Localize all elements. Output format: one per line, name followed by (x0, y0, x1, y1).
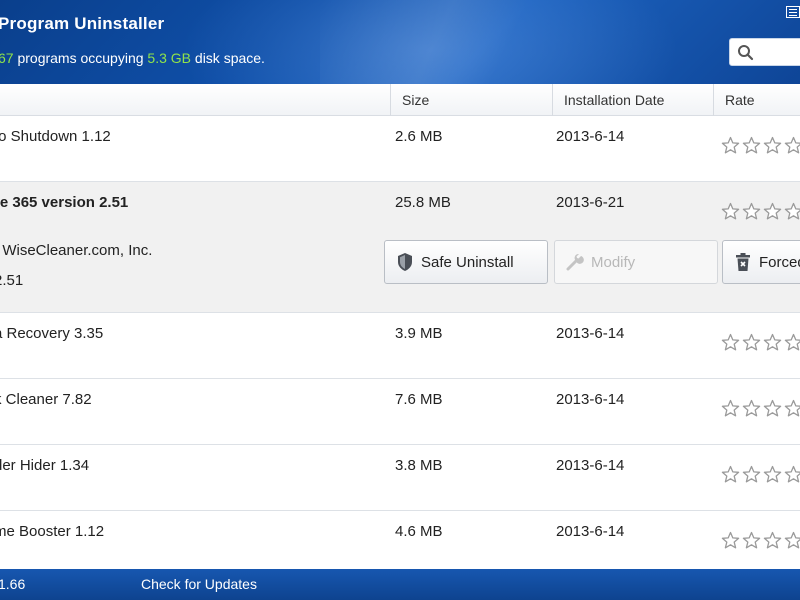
program-size: 7.6 MB (395, 391, 443, 408)
star-icon[interactable] (721, 136, 740, 155)
table-row[interactable]: der Hider 1.34 3.8 MB 2013-6-14 (0, 445, 800, 511)
table-row[interactable]: a Recovery 3.35 3.9 MB 2013-6-14 (0, 313, 800, 379)
summary-end-text: disk space. (191, 50, 265, 66)
program-name: me Booster 1.12 (0, 523, 105, 540)
rating-stars[interactable] (721, 465, 800, 484)
shield-icon (398, 253, 412, 271)
program-list: to Shutdown 1.12 2.6 MB 2013-6-14 re 365… (0, 116, 800, 569)
modify-button[interactable]: Modify (554, 240, 718, 284)
install-date: 2013-6-14 (556, 391, 625, 408)
program-count: 67 (0, 50, 14, 66)
program-name: a Recovery 3.35 (0, 325, 104, 342)
trash-icon (736, 253, 750, 271)
star-icon[interactable] (721, 465, 740, 484)
program-size: 2.6 MB (395, 128, 443, 145)
app-header: Program Uninstaller 67 programs occupyin… (0, 0, 800, 84)
install-date: 2013-6-21 (556, 194, 625, 211)
star-icon[interactable] (763, 136, 782, 155)
rating-stars[interactable] (721, 333, 800, 352)
star-icon[interactable] (763, 465, 782, 484)
star-icon[interactable] (742, 136, 761, 155)
version-text: 1.66 (0, 576, 26, 592)
disk-size: 5.3 GB (147, 50, 192, 66)
version-label: 2.51 (0, 272, 24, 289)
safe-uninstall-button[interactable]: Safe Uninstall (384, 240, 548, 284)
program-size: 3.9 MB (395, 325, 443, 342)
rating-stars[interactable] (721, 136, 800, 155)
table-row-selected[interactable]: re 365 version 2.51 25.8 MB 2013-6-21 : … (0, 182, 800, 313)
summary-text: programs occupying (13, 50, 148, 66)
star-icon[interactable] (784, 399, 800, 418)
program-size: 3.8 MB (395, 457, 443, 474)
disk-summary: 67 programs occupying 5.3 GB disk space. (0, 50, 265, 66)
menu-icon[interactable] (786, 6, 800, 18)
app-title: Program Uninstaller (0, 14, 165, 33)
install-date: 2013-6-14 (556, 523, 625, 540)
forced-label: Forced (759, 253, 800, 271)
forced-uninstall-button[interactable]: Forced (722, 240, 800, 284)
star-icon[interactable] (721, 399, 740, 418)
safe-uninstall-label: Safe Uninstall (421, 253, 514, 271)
star-icon[interactable] (721, 202, 740, 221)
star-icon[interactable] (742, 333, 761, 352)
program-size: 4.6 MB (395, 523, 443, 540)
table-row[interactable]: k Cleaner 7.82 7.6 MB 2013-6-14 (0, 379, 800, 445)
star-icon[interactable] (721, 333, 740, 352)
install-date: 2013-6-14 (556, 325, 625, 342)
star-icon[interactable] (742, 399, 761, 418)
program-size: 25.8 MB (395, 194, 451, 211)
search-input[interactable] (758, 42, 800, 62)
wrench-icon (566, 253, 584, 271)
program-name: k Cleaner 7.82 (0, 391, 92, 408)
star-icon[interactable] (742, 465, 761, 484)
check-updates-link[interactable]: Check for Updates (141, 576, 257, 592)
column-header-date[interactable]: Installation Date (552, 84, 713, 116)
modify-label: Modify (591, 253, 636, 271)
search-icon[interactable] (737, 44, 754, 61)
star-icon[interactable] (763, 399, 782, 418)
search-box[interactable] (729, 38, 800, 66)
rating-stars[interactable] (721, 531, 800, 550)
star-icon[interactable] (784, 202, 800, 221)
star-icon[interactable] (784, 333, 800, 352)
star-icon[interactable] (742, 531, 761, 550)
column-header-size[interactable]: Size (390, 84, 552, 116)
rating-stars[interactable] (721, 399, 800, 418)
install-date: 2013-6-14 (556, 128, 625, 145)
publisher-label: : WiseCleaner.com, Inc. (0, 242, 153, 259)
star-icon[interactable] (784, 531, 800, 550)
star-icon[interactable] (784, 465, 800, 484)
column-header-bar: Size Installation Date Rate (0, 84, 800, 116)
column-header-rate[interactable]: Rate (713, 84, 800, 116)
table-row[interactable]: to Shutdown 1.12 2.6 MB 2013-6-14 (0, 116, 800, 182)
star-icon[interactable] (721, 531, 740, 550)
table-row[interactable]: me Booster 1.12 4.6 MB 2013-6-14 (0, 511, 800, 569)
program-name: to Shutdown 1.12 (0, 128, 111, 145)
star-icon[interactable] (763, 333, 782, 352)
star-icon[interactable] (784, 136, 800, 155)
program-name: re 365 version 2.51 (0, 194, 129, 211)
star-icon[interactable] (763, 202, 782, 221)
star-icon[interactable] (742, 202, 761, 221)
program-name: der Hider 1.34 (0, 457, 90, 474)
rating-stars[interactable] (721, 202, 800, 221)
star-icon[interactable] (763, 531, 782, 550)
status-bar: 1.66 Check for Updates (0, 569, 800, 600)
install-date: 2013-6-14 (556, 457, 625, 474)
